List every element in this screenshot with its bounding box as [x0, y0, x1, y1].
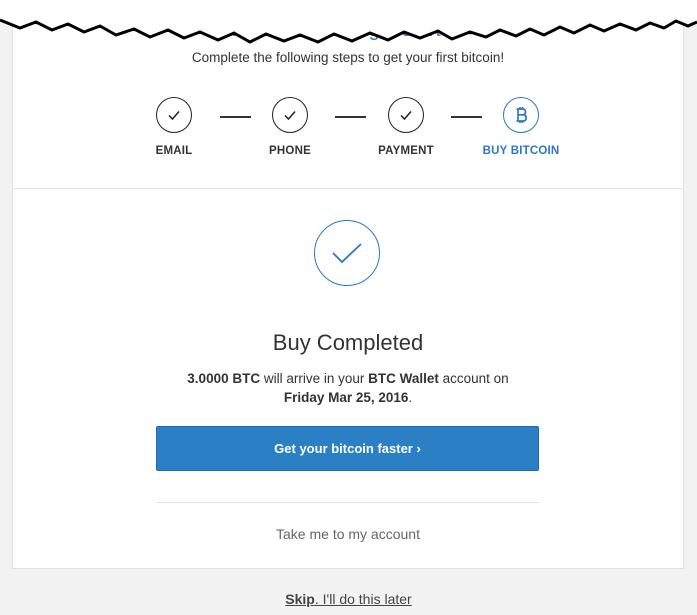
take-me-to-account-link[interactable]: Take me to my account: [13, 526, 683, 542]
check-icon: [156, 97, 192, 133]
wallet-name: BTC Wallet: [368, 371, 439, 386]
success-check-icon: [314, 220, 380, 286]
step-label: PHONE: [269, 145, 311, 157]
skip-link[interactable]: Skip. I'll do this later: [285, 591, 411, 607]
onboarding-card: Welcome - Let's get started › Complete t…: [12, 0, 684, 569]
msg-text: .: [408, 390, 413, 405]
msg-text: will arrive in your: [260, 371, 369, 386]
msg-text: account on: [438, 371, 509, 386]
skip-rest[interactable]: . I'll do this later: [315, 591, 412, 607]
section-divider: [13, 188, 683, 189]
btc-amount: 3.0000 BTC: [187, 371, 261, 386]
steps-subtitle: Complete the following steps to get your…: [191, 50, 505, 65]
step-label: PAYMENT: [378, 145, 434, 157]
step-payment: PAYMENT: [356, 97, 456, 157]
arrival-message: 3.0000 BTC will arrive in your BTC Walle…: [13, 369, 683, 407]
step-label: EMAIL: [155, 145, 193, 157]
skip-word[interactable]: Skip: [285, 591, 315, 607]
step-buy-bitcoin: BUY BITCOIN: [471, 97, 571, 157]
buy-completed-title: Buy Completed: [272, 330, 424, 355]
step-label: BUY BITCOIN: [482, 145, 560, 157]
check-icon: [388, 97, 424, 133]
bitcoin-icon: [503, 97, 539, 133]
check-icon: [272, 97, 308, 133]
get-bitcoin-faster-button[interactable]: Get your bitcoin faster ›: [156, 426, 539, 471]
step-email: EMAIL: [124, 97, 224, 157]
welcome-heading[interactable]: Welcome - Let's get started ›: [13, 19, 683, 42]
arrival-date: Friday Mar 25, 2016: [283, 390, 409, 405]
skip-footer: Skip. I'll do this later: [0, 591, 697, 607]
step-phone: PHONE: [240, 97, 340, 157]
actions-divider: [156, 502, 539, 503]
